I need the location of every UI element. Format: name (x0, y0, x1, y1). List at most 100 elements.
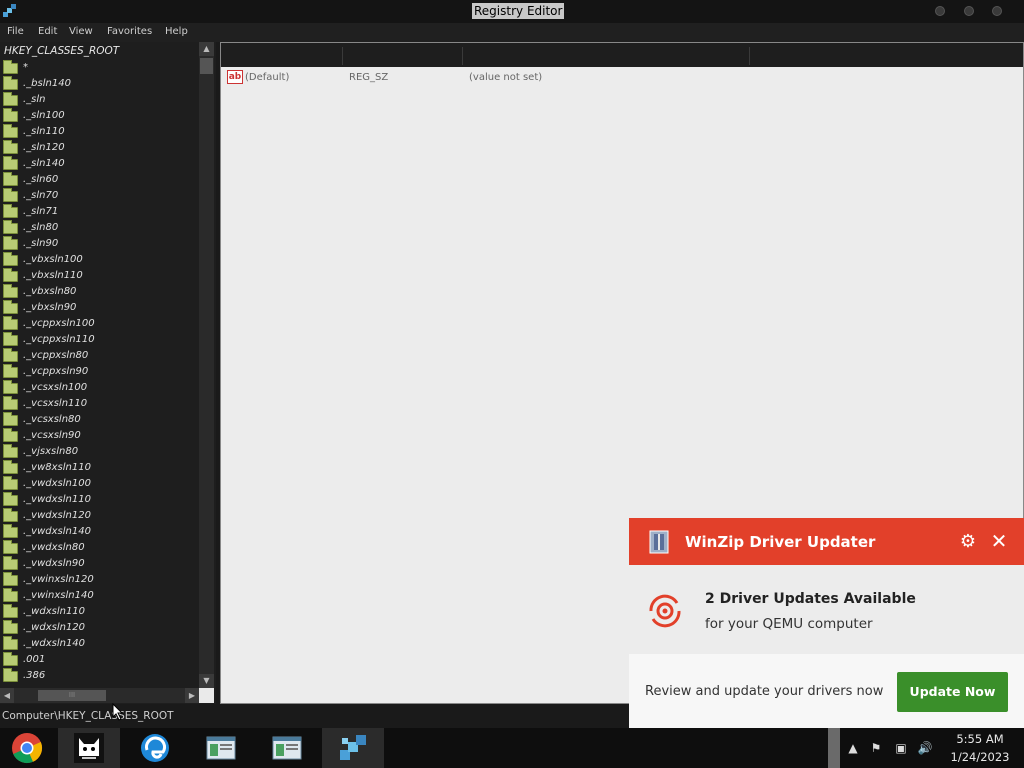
tree-item[interactable]: ._vbxsln100 (3, 252, 199, 269)
tree-item[interactable]: ._vcppxsln100 (3, 316, 199, 333)
clock-time[interactable]: 5:55 AM (950, 732, 1010, 746)
tree-item[interactable]: ._vcsxsln110 (3, 396, 199, 413)
tree-item-label: ._sln80 (23, 222, 59, 233)
notification-header: WinZip Driver Updater ⚙ ✕ (629, 518, 1024, 565)
folder-icon (3, 220, 18, 234)
tree-item[interactable]: ._vwdxsln100 (3, 476, 199, 493)
close-icon[interactable]: ✕ (989, 531, 1009, 551)
hscroll-thumb[interactable]: III (38, 690, 106, 701)
tray-scrollbar[interactable] (828, 728, 840, 768)
column-separator[interactable] (749, 47, 750, 65)
tree-item-label: * (23, 62, 28, 73)
menu-view[interactable]: View (69, 25, 93, 39)
tree-item[interactable]: ._sln140 (3, 156, 199, 173)
tree-item[interactable]: ._vbxsln90 (3, 300, 199, 317)
tree-item[interactable]: ._sln80 (3, 220, 199, 237)
tree-item[interactable]: ._vjsxsln80 (3, 444, 199, 461)
maximize-button[interactable] (964, 6, 974, 16)
tree-item[interactable]: ._vbxsln110 (3, 268, 199, 285)
tree-item[interactable]: ._sln60 (3, 172, 199, 189)
tree-item-label: ._vcsxsln110 (23, 398, 88, 409)
tree-item[interactable]: ._sln70 (3, 188, 199, 205)
tree-item[interactable]: .386 (3, 668, 199, 685)
tree-item[interactable]: ._vcppxsln90 (3, 364, 199, 381)
folder-icon (3, 140, 18, 154)
tree-item[interactable]: ._vcppxsln80 (3, 348, 199, 365)
folder-icon (3, 460, 18, 474)
close-window-button[interactable] (992, 6, 1002, 16)
taskbar-window-app-2[interactable] (256, 728, 318, 768)
gear-icon[interactable]: ⚙ (958, 532, 978, 552)
tree-item[interactable]: ._vwinxsln120 (3, 572, 199, 589)
update-now-button[interactable]: Update Now (897, 672, 1008, 712)
tree-item-label: .386 (23, 670, 46, 681)
tree-item-label: ._vwdxsln110 (23, 494, 91, 505)
taskbar-window-app-1[interactable] (190, 728, 252, 768)
value-data: (value not set) (469, 72, 543, 83)
tree-item[interactable]: ._vwinxsln140 (3, 588, 199, 605)
tree-item[interactable]: ._vcppxsln110 (3, 332, 199, 349)
tree-item[interactable]: .001 (3, 652, 199, 669)
tree-root[interactable]: HKEY_CLASSES_ROOT (4, 45, 119, 57)
tree-item[interactable]: ._vwdxsln110 (3, 492, 199, 509)
minimize-button[interactable] (935, 6, 945, 16)
list-header (221, 43, 1023, 67)
taskbar-chrome[interactable] (0, 728, 58, 768)
menu-help[interactable]: Help (165, 25, 188, 39)
menu-favorites[interactable]: Favorites (107, 25, 152, 39)
registry-tree[interactable]: HKEY_CLASSES_ROOT * ._bsln140 ._sln ._sln10… (0, 42, 216, 704)
taskbar-edge[interactable] (124, 728, 186, 768)
scroll-down-arrow[interactable]: ▼ (199, 674, 214, 688)
taskbar-cat-app[interactable] (58, 728, 120, 768)
value-row[interactable]: ab (Default) REG_SZ (value not set) (221, 69, 1023, 87)
folder-icon (3, 172, 18, 186)
folder-icon (3, 476, 18, 490)
tree-item[interactable]: ._vcsxsln90 (3, 428, 199, 445)
menu-edit[interactable]: Edit (38, 25, 57, 39)
tree-item[interactable]: ._vcsxsln100 (3, 380, 199, 397)
tree-vertical-scrollbar[interactable]: ▲ ▼ (199, 42, 214, 688)
tree-item[interactable]: ._bsln140 (3, 76, 199, 93)
scroll-thumb[interactable] (200, 58, 213, 74)
tree-item[interactable]: ._sln (3, 92, 199, 109)
tree-item[interactable]: ._wdxsln120 (3, 620, 199, 637)
tree-item[interactable]: ._wdxsln140 (3, 636, 199, 653)
tree-item[interactable]: ._vwdxsln140 (3, 524, 199, 541)
volume-icon[interactable]: 🔊 (917, 740, 933, 756)
scroll-left-arrow[interactable]: ◀ (0, 688, 14, 703)
tree-item[interactable]: ._vwdxsln80 (3, 540, 199, 557)
tree-item[interactable]: ._vw8xsln110 (3, 460, 199, 477)
menu-file[interactable]: File (7, 25, 24, 39)
tree-item[interactable]: ._sln71 (3, 204, 199, 221)
scroll-up-arrow[interactable]: ▲ (199, 42, 214, 56)
taskbar-regedit[interactable] (322, 728, 384, 768)
tree-item[interactable]: ._vcsxsln80 (3, 412, 199, 429)
tree-item-label: ._wdxsln140 (23, 638, 86, 649)
tree-item[interactable]: ._sln90 (3, 236, 199, 253)
folder-icon (3, 332, 18, 346)
tree-item[interactable]: ._vwdxsln120 (3, 508, 199, 525)
folder-icon (3, 636, 18, 650)
flag-icon[interactable]: ⚑ (868, 740, 884, 756)
tree-item-label: ._sln110 (23, 126, 65, 137)
tree-item[interactable]: ._vwdxsln90 (3, 556, 199, 573)
tree-item[interactable]: ._vbxsln80 (3, 284, 199, 301)
network-icon[interactable]: ▣ (893, 740, 909, 756)
regedit-icon (3, 4, 16, 17)
folder-icon (3, 316, 18, 330)
column-separator[interactable] (462, 47, 463, 65)
tree-item[interactable]: * (3, 60, 199, 77)
tree-item-label: ._vcppxsln80 (23, 350, 89, 361)
clock-date[interactable]: 1/24/2023 (946, 750, 1014, 764)
folder-icon (3, 300, 18, 314)
tree-item[interactable]: ._wdxsln110 (3, 604, 199, 621)
scroll-right-arrow[interactable]: ▶ (185, 688, 199, 703)
show-hidden-icons-icon[interactable]: ▲ (845, 740, 861, 756)
tree-item-label: ._vbxsln100 (23, 254, 83, 265)
tree-horizontal-scrollbar[interactable]: ◀ III ▶ (0, 688, 199, 703)
column-separator[interactable] (342, 47, 343, 65)
tree-item-label: ._vwinxsln120 (23, 574, 94, 585)
tree-item[interactable]: ._sln100 (3, 108, 199, 125)
tree-item[interactable]: ._sln120 (3, 140, 199, 157)
tree-item[interactable]: ._sln110 (3, 124, 199, 141)
